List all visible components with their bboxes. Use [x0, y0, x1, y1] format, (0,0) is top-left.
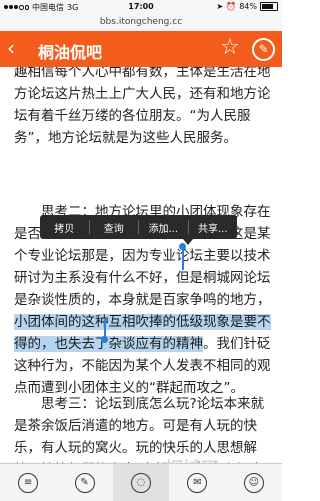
menu-tab[interactable]: ≡ — [0, 464, 56, 501]
alarm-icon: ⏰ — [226, 2, 237, 11]
share-button[interactable]: 共享... — [189, 220, 238, 235]
selection-start-line — [182, 248, 184, 270]
article-content[interactable]: 趣相信每个人心中都有数，主体是生活在地方论坛这片热土上广大人民，还有和地方论坛有… — [0, 67, 282, 463]
status-right: ➤ ⏰ 84% — [217, 2, 278, 11]
chat-icon: ◌ — [131, 472, 152, 493]
paragraph-3: 思考三：论坛到底怎么玩?论坛本来就是茶余饭后消遣的地方。可是有人玩的快乐，有人玩… — [14, 396, 265, 463]
copy-button[interactable]: 拷贝 — [40, 220, 89, 235]
selected-text-1[interactable]: 小团体间的这 — [14, 314, 95, 330]
battery-percent: 84% — [239, 2, 257, 11]
app-header: ‹ 桐油侃吧 ☆ ✎ — [0, 31, 282, 67]
selection-end-handle[interactable] — [101, 336, 108, 343]
selection-end-line — [104, 318, 106, 338]
profile-tab[interactable]: ☺ — [226, 464, 282, 501]
message-tab[interactable]: ✉ — [169, 464, 225, 501]
message-icon: ✉ — [187, 472, 208, 493]
menu-icon: ≡ — [18, 472, 39, 493]
location-icon: ➤ — [216, 2, 224, 11]
user-icon: ☺ — [243, 472, 264, 493]
back-icon[interactable]: ‹ — [7, 37, 15, 59]
chat-tab[interactable]: ◌ — [112, 464, 170, 501]
bottom-toolbar: ≡ ✎ ◌ ✉ ☺ — [0, 463, 282, 501]
battery-icon — [260, 2, 278, 11]
text-selection-menu: 拷贝 查询 添加... 共享... — [40, 215, 238, 245]
pencil-icon: ✎ — [74, 472, 95, 493]
paragraph-1: 趣相信每个人心中都有数，主体是生活在地方论坛这片热土上广大人民，还有和地方论坛有… — [14, 67, 271, 146]
edit-tab[interactable]: ✎ — [56, 464, 112, 501]
add-button[interactable]: 添加... — [139, 220, 188, 235]
page-title: 桐油侃吧 — [38, 43, 103, 62]
url-bar[interactable]: bbs.itongcheng.cc — [0, 14, 282, 32]
star-icon[interactable]: ☆ — [220, 36, 240, 60]
status-bar: 中国电信 3G 17:00 ➤ ⏰ 84% — [0, 0, 282, 14]
pen-icon[interactable]: ✎ — [252, 38, 275, 61]
lookup-button[interactable]: 查询 — [90, 220, 139, 235]
